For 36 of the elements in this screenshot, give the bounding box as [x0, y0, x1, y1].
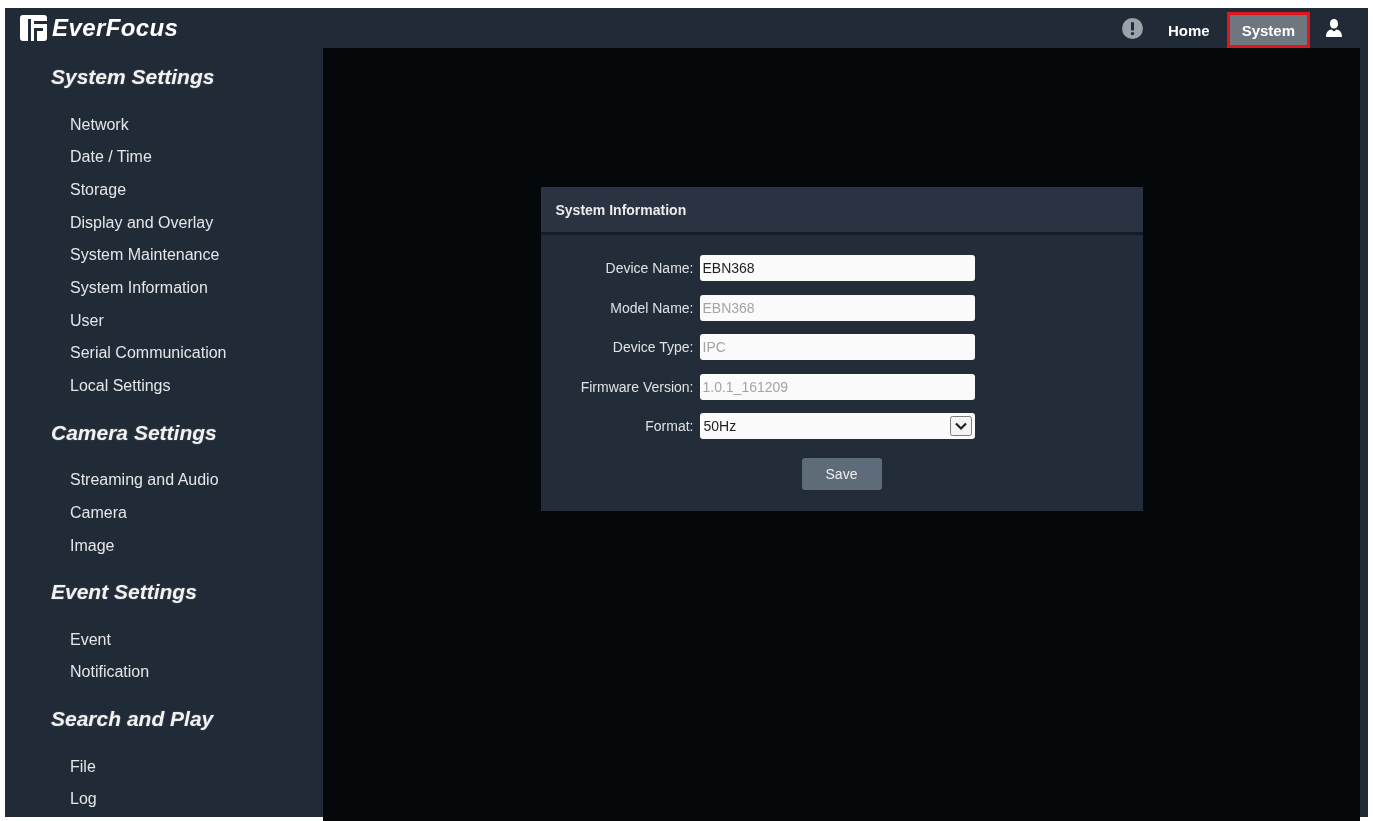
section-title: Event Settings: [51, 579, 197, 606]
sidebar-link[interactable]: Camera: [70, 496, 127, 530]
caret-icon: [949, 416, 972, 436]
section-title: Search and Play: [51, 706, 214, 733]
sidebar-link[interactable]: Event: [70, 623, 111, 657]
text-field[interactable]: EBN368: [699, 255, 975, 281]
logo-icon: [20, 15, 47, 41]
panel-title: System Information: [555, 201, 687, 218]
sidebar-link[interactable]: System Information: [70, 271, 208, 305]
sidebar-link[interactable]: Log: [70, 783, 97, 816]
sidebar-link[interactable]: Date / Time: [70, 141, 152, 174]
field-label: Firmware Version:: [580, 378, 694, 395]
sidebar-link[interactable]: Image: [70, 529, 115, 563]
sidebar-link[interactable]: Storage: [70, 173, 127, 207]
sidebar-link[interactable]: System Maintenance: [70, 239, 220, 272]
field-label: Format:: [645, 418, 694, 434]
field-label: Device Type:: [612, 339, 694, 355]
sidebar-link[interactable]: Serial Communication: [70, 337, 227, 370]
sidebar-link[interactable]: Notification: [70, 656, 150, 690]
field-label: Device Name:: [605, 260, 694, 276]
section-title: System Settings: [51, 64, 215, 90]
nav-tab[interactable]: System: [1226, 12, 1310, 48]
logo-text: EverFocus: [52, 14, 179, 42]
nav-tab[interactable]: Home: [1152, 12, 1225, 48]
sidebar-link[interactable]: User: [70, 304, 104, 338]
user-icon[interactable]: [1326, 19, 1342, 37]
sidebar-link[interactable]: Display and Overlay: [70, 206, 214, 240]
alert-icon[interactable]: [1121, 17, 1143, 39]
field-label: Model Name:: [610, 299, 694, 316]
sidebar-link[interactable]: Local Settings: [70, 370, 171, 403]
sidebar-link[interactable]: Streaming and Audio: [70, 464, 219, 497]
section-title: Camera Settings: [51, 419, 217, 446]
sidebar-link[interactable]: File: [70, 750, 96, 784]
format-dropdown[interactable]: 50Hz: [699, 413, 975, 439]
sidebar-link[interactable]: Network: [70, 108, 129, 142]
save-button[interactable]: Save: [801, 458, 882, 490]
